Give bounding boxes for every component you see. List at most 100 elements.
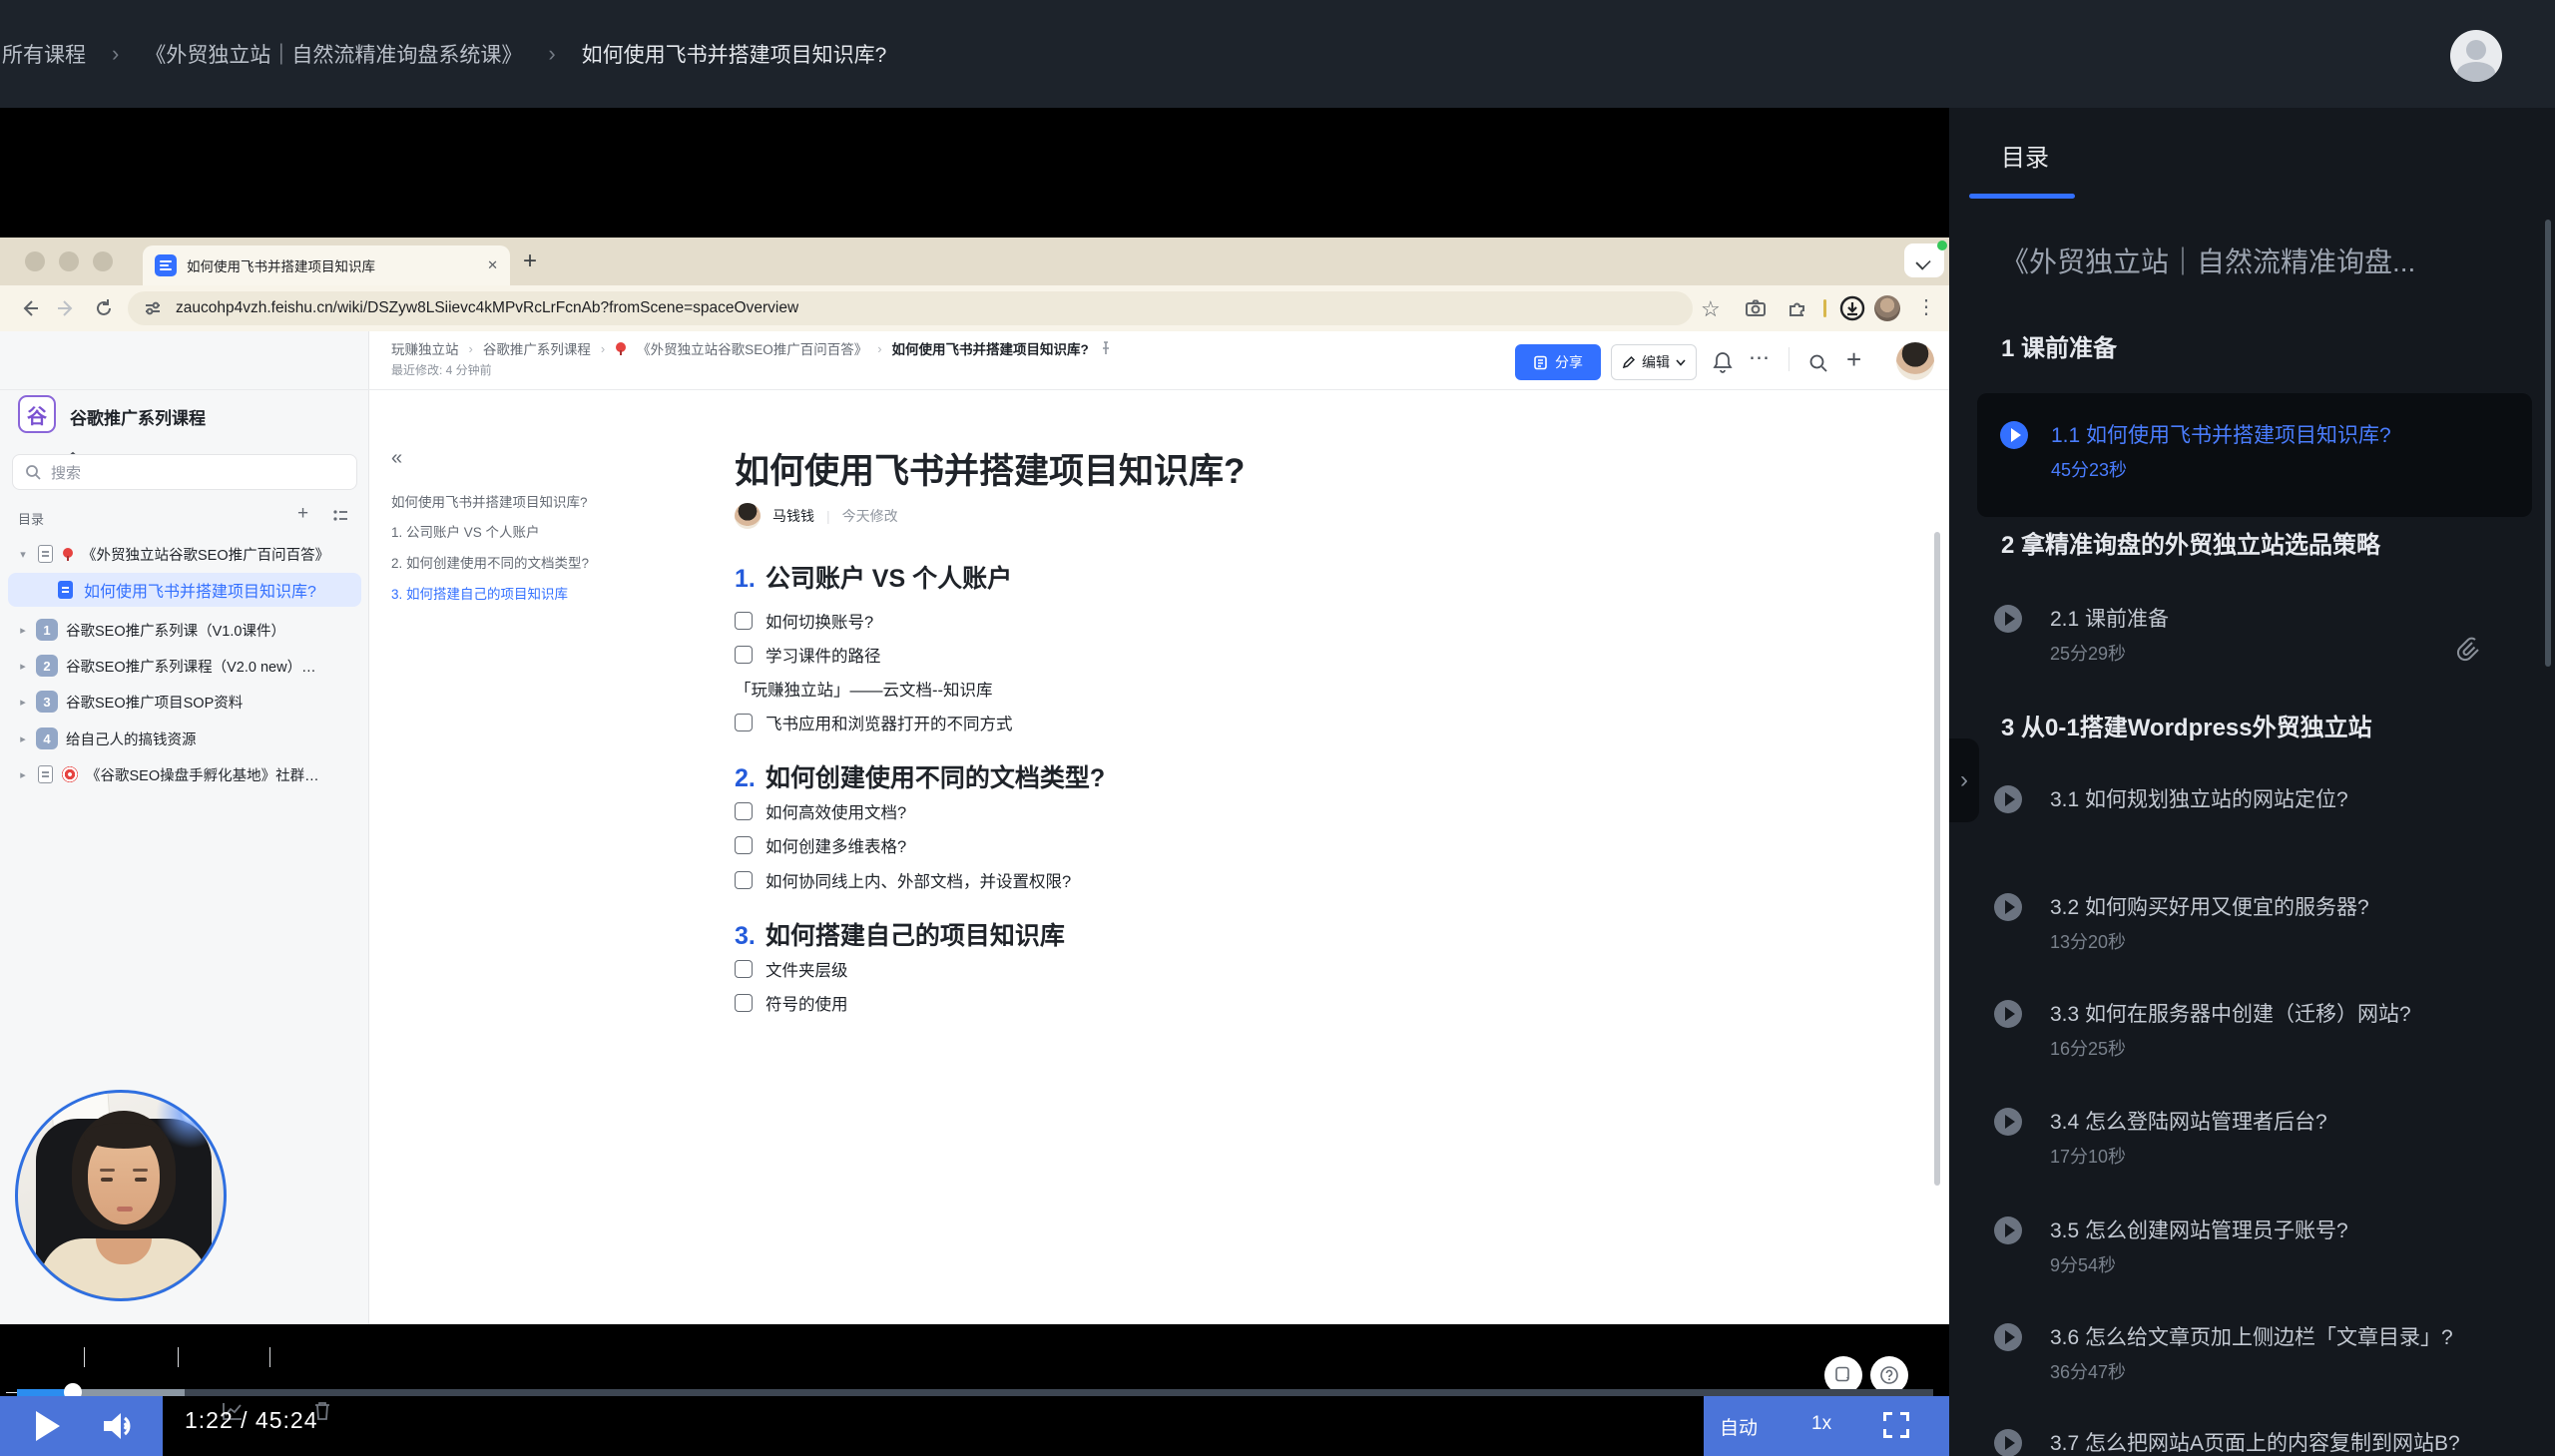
toc-scrollbar[interactable] — [2545, 220, 2551, 667]
checkbox[interactable] — [735, 960, 753, 978]
create-new-icon[interactable]: + — [1846, 344, 1861, 375]
fullscreen-button[interactable] — [1883, 1412, 1909, 1438]
author-name[interactable]: 马钱钱 — [772, 506, 814, 526]
workspace-icon[interactable]: 谷 — [18, 395, 56, 433]
reload-icon[interactable] — [94, 298, 114, 318]
bookmark-star-icon[interactable]: ☆ — [1701, 296, 1721, 322]
progress-buffered[interactable] — [71, 1389, 185, 1396]
active-lesson-card[interactable]: 1.1 如何使用飞书并搭建项目知识库? 45分23秒 — [1977, 393, 2532, 517]
tab-search-button[interactable] — [1904, 241, 1947, 277]
sidebar-item-community[interactable]: ▸ 《谷歌SEO操盘手孵化基地》社群精华 — [0, 756, 369, 792]
forward-icon[interactable] — [56, 298, 76, 318]
caret-right-icon[interactable]: ▸ — [16, 624, 30, 637]
crumb-item[interactable]: 《外贸独立站谷歌SEO推广百问百答》 — [637, 338, 867, 358]
collapse-outline-icon[interactable]: « — [391, 447, 402, 470]
progress-track[interactable] — [185, 1389, 1933, 1396]
more-icon[interactable]: ⋯ — [1749, 345, 1770, 370]
sidebar-collapse-handle[interactable]: › — [1949, 738, 1979, 822]
caret-right-icon[interactable]: ▸ — [16, 732, 30, 745]
checklist-text: 飞书应用和浏览器打开的不同方式 — [766, 716, 1013, 733]
quality-button[interactable]: 自动 — [1720, 1413, 1758, 1440]
camera-icon[interactable] — [1745, 297, 1767, 319]
breadcrumb-course[interactable]: 《外贸独立站｜自然流精准询盘系统课》 — [145, 39, 522, 69]
download-icon[interactable] — [1838, 294, 1866, 322]
volume-button[interactable] — [100, 1408, 138, 1444]
speed-button[interactable]: 1x — [1811, 1413, 1831, 1435]
lesson-title[interactable]: 3.7 怎么把网站A页面上的内容复制到网站B? — [2050, 1427, 2519, 1456]
tab-close-icon[interactable]: ✕ — [487, 257, 498, 273]
caret-down-icon[interactable]: ▾ — [16, 548, 30, 561]
new-tab-button[interactable]: + — [523, 249, 537, 273]
play-icon[interactable] — [1994, 785, 2022, 813]
sidebar-item-current-doc[interactable]: 如何使用飞书并搭建项目知识库? — [8, 573, 361, 607]
breadcrumb-all-courses[interactable]: 所有课程 — [2, 39, 86, 69]
window-minimize-button[interactable] — [59, 251, 79, 271]
window-close-button[interactable] — [25, 251, 45, 271]
outline-item[interactable]: 2. 如何创建使用不同的文档类型? — [391, 552, 687, 572]
sidebar-item-sop[interactable]: ▸ 3 谷歌SEO推广项目SOP资料 — [0, 684, 369, 720]
play-icon[interactable] — [2000, 421, 2028, 449]
add-page-icon[interactable]: + — [297, 503, 308, 525]
edit-button[interactable]: 编辑 — [1611, 344, 1697, 380]
lesson-title[interactable]: 3.1 如何规划独立站的网站定位? — [2050, 783, 2519, 813]
site-info-icon[interactable] — [144, 299, 162, 317]
lesson-title[interactable]: 1.1 如何使用飞书并搭建项目知识库? — [2051, 419, 2520, 449]
play-icon[interactable] — [1994, 1216, 2022, 1244]
checkbox[interactable] — [735, 646, 753, 664]
progress-played[interactable] — [17, 1389, 71, 1396]
play-icon[interactable] — [1994, 893, 2022, 921]
play-icon[interactable] — [1994, 1323, 2022, 1351]
search-input[interactable]: 搜索 — [12, 454, 357, 490]
lesson-title[interactable]: 3.6 怎么给文章页加上侧边栏「文章目录」? — [2050, 1321, 2519, 1351]
checkbox[interactable] — [735, 836, 753, 854]
caret-right-icon[interactable]: ▸ — [16, 696, 30, 709]
crumb-item[interactable]: 玩赚独立站 — [391, 338, 459, 358]
sidebar-item-qa-wiki[interactable]: ▾ 《外贸独立站谷歌SEO推广百问百答》 — [0, 536, 369, 572]
pinned-extension-icon[interactable] — [1823, 299, 1826, 317]
checkbox[interactable] — [735, 994, 753, 1012]
play-icon[interactable] — [1994, 1108, 2022, 1136]
doc-scrollbar[interactable] — [1934, 532, 1940, 1186]
lesson-title[interactable]: 3.2 如何购买好用又便宜的服务器? — [2050, 891, 2519, 921]
pushpin-icon[interactable] — [1099, 341, 1113, 355]
feishu-user-avatar[interactable] — [1896, 342, 1934, 380]
outline-item-active[interactable]: 3. 如何搭建自己的项目知识库 — [391, 583, 687, 603]
search-icon[interactable] — [1808, 353, 1828, 373]
checkbox[interactable] — [735, 802, 753, 820]
outline-item[interactable]: 1. 公司账户 VS 个人账户 — [391, 521, 687, 541]
back-icon[interactable] — [20, 298, 40, 318]
play-icon[interactable] — [1994, 605, 2022, 633]
checkbox[interactable] — [735, 714, 753, 731]
browser-menu-icon[interactable]: ⋮ — [1916, 294, 1936, 319]
play-icon[interactable] — [1994, 1429, 2022, 1456]
lesson-title[interactable]: 2.1 课前准备 — [2050, 603, 2519, 633]
share-button[interactable]: 分享 — [1515, 344, 1601, 380]
workspace-title[interactable]: 谷歌推广系列课程 — [70, 404, 206, 429]
sidebar-item-v1-course[interactable]: ▸ 1 谷歌SEO推广系列课（V1.0课件） — [0, 612, 369, 648]
checkbox[interactable] — [735, 612, 753, 630]
list-settings-icon[interactable] — [331, 507, 349, 525]
user-avatar[interactable] — [2450, 30, 2502, 82]
crumb-item[interactable]: 谷歌推广系列课程 — [483, 338, 591, 358]
caret-right-icon[interactable]: ▸ — [16, 768, 30, 781]
tab-toc[interactable]: 目录 — [2001, 138, 2049, 173]
bell-icon[interactable] — [1713, 351, 1733, 373]
lesson-title[interactable]: 3.5 怎么创建网站管理员子账号? — [2050, 1214, 2519, 1244]
play-button[interactable] — [36, 1411, 60, 1441]
browser-profile-avatar[interactable] — [1874, 295, 1900, 321]
lesson-title[interactable]: 3.3 如何在服务器中创建（迁移）网站? — [2050, 998, 2519, 1028]
lesson-title[interactable]: 3.4 怎么登陆网站管理者后台? — [2050, 1106, 2519, 1136]
browser-tab[interactable]: 如何使用飞书并搭建项目知识库 ✕ — [143, 245, 510, 285]
outline-item[interactable]: 如何使用飞书并搭建项目知识库? — [391, 491, 687, 511]
play-icon[interactable] — [1994, 1000, 2022, 1028]
numbered-folder-icon: 3 — [36, 691, 58, 713]
window-zoom-button[interactable] — [93, 251, 113, 271]
caret-right-icon[interactable]: ▸ — [16, 660, 30, 673]
sidebar-item-resources[interactable]: ▸ 4 给自己人的搞钱资源 — [0, 721, 369, 756]
video-player[interactable]: 如何使用飞书并搭建项目知识库 ✕ + zaucohp4vzh.feishu.cn… — [0, 108, 1949, 1456]
attachment-icon[interactable] — [2453, 633, 2483, 665]
extensions-icon[interactable] — [1787, 297, 1808, 319]
address-bar[interactable]: zaucohp4vzh.feishu.cn/wiki/DSZyw8LSiievc… — [128, 291, 1693, 325]
sidebar-item-v2-course[interactable]: ▸ 2 谷歌SEO推广系列课程（V2.0 new）持续更... — [0, 648, 369, 684]
checkbox[interactable] — [735, 871, 753, 889]
